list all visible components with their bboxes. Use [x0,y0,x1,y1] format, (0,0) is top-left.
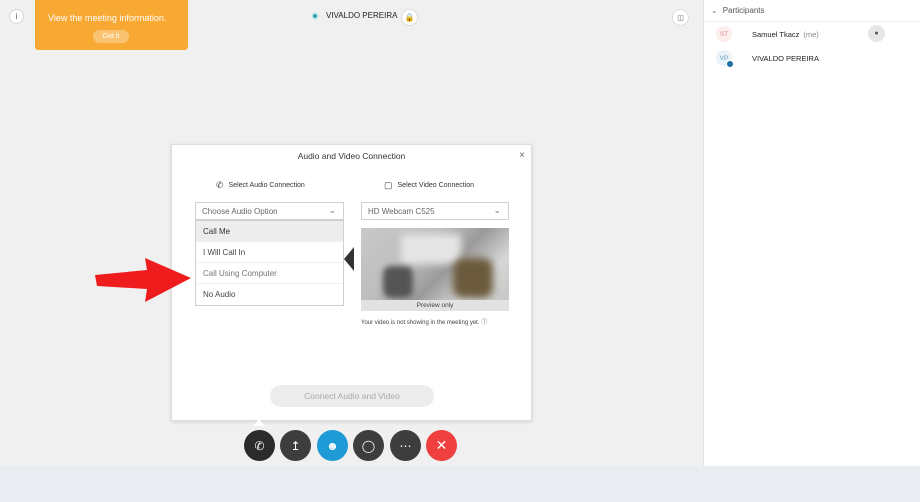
participant-row[interactable]: VP VIVALDO PEREIRA [704,46,920,70]
connect-audio-video-button[interactable]: Connect Audio and Video [270,385,434,407]
dropdown-pointer [344,247,354,271]
participants-button[interactable]: ☻ [317,430,348,461]
camera-icon: ▢ [384,180,393,190]
phone-icon: ✆ [216,180,224,190]
option-call-me[interactable]: Call Me [196,221,343,242]
info-icon[interactable]: ⓘ [481,320,487,326]
preview-label: Preview only [361,300,509,311]
annotation-arrow-icon [95,258,191,302]
share-button[interactable]: ↥ [280,430,311,461]
chevron-down-icon: ⌄ [711,6,718,15]
end-meeting-button[interactable]: ✕ [426,430,457,461]
host-name: VIVALDO PEREIRA [326,11,398,20]
upload-icon: ↥ [290,438,301,453]
video-section-label: Select Video Connection [397,182,475,189]
chat-icon: ◯ [361,438,376,453]
host-status-icon [311,11,319,20]
audio-option-dropdown: Call Me I Will Call In Call Using Comput… [195,220,344,306]
participants-panel: ⌄ Participants ST Samuel Tkacz (me) ● VP… [703,0,920,466]
info-icon[interactable]: i [9,9,24,24]
close-icon[interactable]: × [519,150,525,161]
host-badge-icon [726,60,734,68]
lock-icon[interactable]: 🔒 [401,9,418,26]
meeting-stage: i View the meeting information. Got it V… [0,0,703,466]
close-icon: ✕ [435,437,448,453]
host-label: VIVALDO PEREIRA [311,11,397,20]
participant-name: Samuel Tkacz [752,29,800,39]
audio-select-value: Choose Audio Option [202,206,278,216]
audio-section-label: Select Audio Connection [228,182,305,189]
more-icon: ⋯ [399,438,412,453]
add-person-icon: ☻ [326,438,339,453]
meeting-info-tooltip: View the meeting information. Got it [35,0,188,50]
more-button[interactable]: ⋯ [390,430,421,461]
chevron-down-icon: ⌄ [328,205,336,215]
tooltip-text: View the meeting information. [48,13,167,23]
option-no-audio[interactable]: No Audio [196,284,343,305]
video-section-title: ▢ Select Video Connection [384,180,474,191]
chat-button[interactable]: ◯ [353,430,384,461]
footer-bar [0,466,920,502]
mic-icon[interactable]: ● [868,25,885,42]
controls-pointer [253,419,265,426]
audio-option-select[interactable]: Choose Audio Option ⌄ [195,202,344,220]
option-i-will-call-in[interactable]: I Will Call In [196,242,343,263]
layout-icon[interactable]: ◫ [672,9,689,26]
phone-icon: ✆ [254,438,265,453]
got-it-button[interactable]: Got it [93,30,129,43]
participant-name: VIVALDO PEREIRA [752,53,819,63]
video-source-select[interactable]: HD Webcam C525 ⌄ [361,202,509,220]
avatar: ST [716,26,732,42]
option-call-using-computer[interactable]: Call Using Computer [196,263,343,284]
video-preview: Preview only [361,228,509,311]
audio-video-dialog: Audio and Video Connection × ✆ Select Au… [171,144,532,421]
video-select-value: HD Webcam C525 [368,206,435,216]
chevron-down-icon: ⌄ [493,205,501,215]
audio-button[interactable]: ✆ [244,430,275,461]
avatar: VP [716,50,734,68]
participant-row[interactable]: ST Samuel Tkacz (me) ● [704,22,920,46]
participants-header[interactable]: ⌄ Participants [704,0,920,22]
participant-tag: (me) [803,29,819,39]
video-note: Your video is not showing in the meeting… [361,317,487,326]
participants-title: Participants [722,6,765,15]
audio-section-title: ✆ Select Audio Connection [216,180,305,191]
dialog-title: Audio and Video Connection [297,151,406,161]
video-note-text: Your video is not showing in the meeting… [361,320,480,326]
